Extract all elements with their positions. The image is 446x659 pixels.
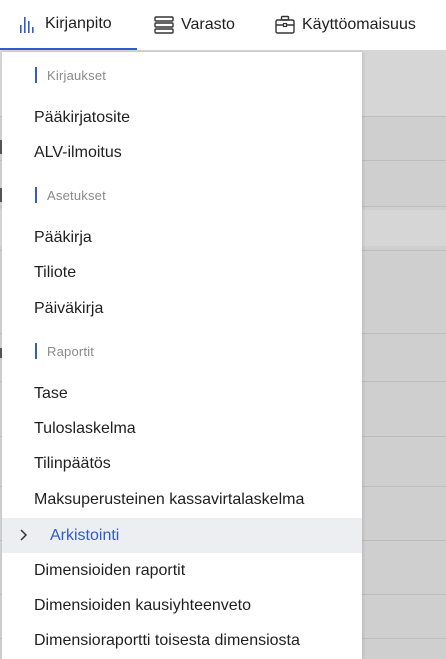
section-header-kirjaukset: Kirjaukset — [35, 67, 106, 83]
tab-kayttoomaisuus[interactable]: Käyttöomaisuus — [274, 0, 416, 50]
menu-item-tuloslaskelma[interactable]: Tuloslaskelma — [2, 411, 362, 446]
menu-item-label: Tilinpäätös — [34, 454, 111, 472]
section-marker — [35, 343, 37, 359]
kirjanpito-dropdown-menu: Kirjaukset Pääkirjatosite ALV-ilmoitus A… — [2, 52, 362, 659]
chevron-right-icon — [17, 527, 31, 543]
section-header-label: Kirjaukset — [47, 67, 107, 83]
menu-item-label: ALV-ilmoitus — [34, 143, 122, 161]
menu-item-dimensioiden-raportit[interactable]: Dimensioiden raportit — [2, 553, 362, 588]
menu-item-label: Tase — [34, 384, 68, 402]
menu-item-paakirjatosite[interactable]: Pääkirjatosite — [2, 100, 362, 135]
menu-item-label: Pääkirjatosite — [34, 108, 131, 126]
menu-item-maksuperusteinen-kassavirtalaskelma[interactable]: Maksuperusteinen kassavirtalaskelma — [2, 482, 362, 517]
section-marker — [35, 67, 37, 83]
menu-item-label: Maksuperusteinen kassavirtalaskelma — [34, 490, 305, 508]
menu-item-tilinpaatos[interactable]: Tilinpäätös — [2, 446, 362, 481]
menu-item-label: Pääkirja — [34, 228, 92, 246]
tab-kirjanpito[interactable]: Kirjanpito — [0, 0, 137, 50]
menu-item-arkistointi[interactable]: Arkistointi — [2, 518, 362, 553]
tab-label: Kirjanpito — [45, 15, 112, 32]
menu-item-paakirja[interactable]: Pääkirja — [2, 220, 362, 255]
menu-item-alv-ilmoitus[interactable]: ALV-ilmoitus — [2, 135, 362, 170]
menu-item-label: Tiliote — [34, 263, 77, 281]
menu-item-label: Dimensioraportti toisesta dimensiosta — [34, 631, 300, 649]
menu-item-tase[interactable]: Tase — [2, 376, 362, 411]
menu-item-dimensioraportti-toisesta-dimensiosta[interactable]: Dimensioraportti toisesta dimensiosta — [2, 623, 362, 658]
section-header-raportit: Raportit — [35, 343, 94, 359]
section-header-asetukset: Asetukset — [35, 187, 106, 203]
menu-item-label: Dimensioiden kausiyhteenveto — [34, 596, 252, 614]
bar-chart-icon — [17, 13, 39, 35]
briefcase-icon — [274, 14, 296, 36]
menu-item-label: Päiväkirja — [34, 299, 104, 317]
stack-icon — [153, 14, 175, 36]
section-marker — [35, 187, 37, 203]
section-header-label: Asetukset — [47, 187, 106, 203]
menu-item-label: Dimensioiden raportit — [34, 561, 186, 579]
tab-label: Käyttöomaisuus — [302, 16, 416, 33]
tab-label: Varasto — [181, 16, 235, 33]
tab-varasto[interactable]: Varasto — [153, 0, 235, 50]
menu-item-tiliote[interactable]: Tiliote — [2, 255, 362, 290]
menu-item-paivakirja[interactable]: Päiväkirja — [2, 291, 362, 326]
menu-item-label: Arkistointi — [50, 526, 120, 544]
section-header-label: Raportit — [47, 343, 95, 359]
menu-item-dimensioiden-kausiyhteenveto[interactable]: Dimensioiden kausiyhteenveto — [2, 588, 362, 623]
top-navigation: Kirjanpito Varasto Käyttöomaisuus — [0, 0, 446, 50]
menu-item-label: Tuloslaskelma — [34, 419, 136, 437]
